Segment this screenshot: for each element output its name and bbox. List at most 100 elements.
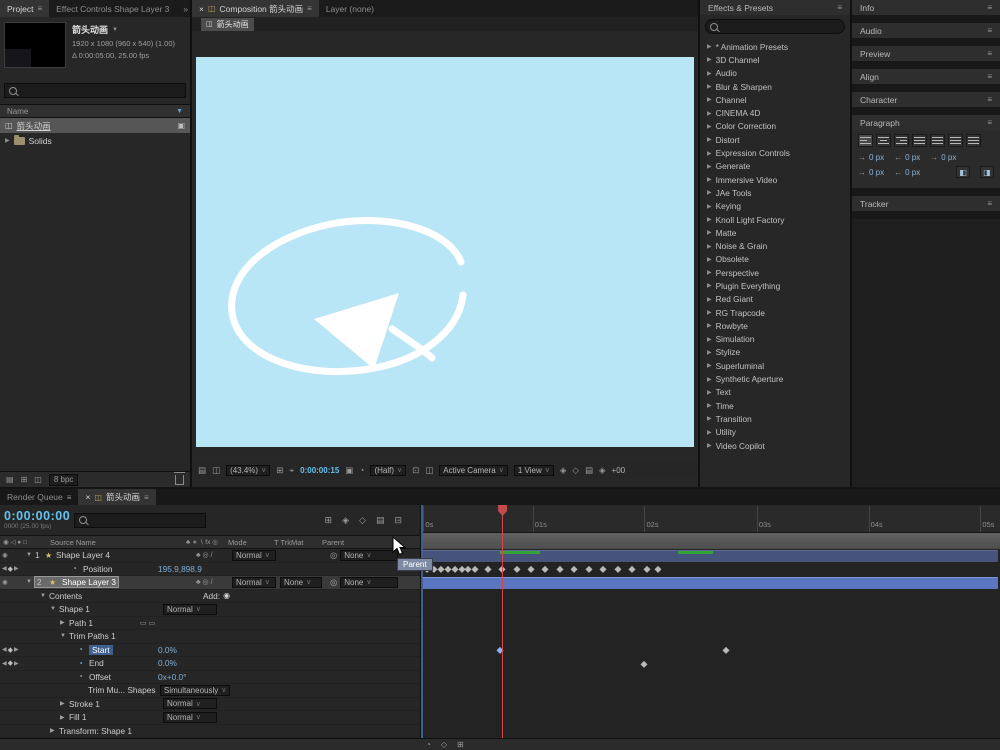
paragraph-direction-rtl-button[interactable]: ◨: [980, 166, 994, 178]
timeline-zoom-slider-icon[interactable]: ◇: [441, 740, 447, 749]
panel-menu-icon[interactable]: ≡: [37, 4, 42, 13]
space-after-field[interactable]: ← 0 px: [894, 168, 920, 177]
twirl-closed-icon[interactable]: ▶: [707, 256, 712, 263]
region-of-interest-icon[interactable]: ⊡: [412, 465, 419, 476]
group-label[interactable]: Fill 1: [69, 712, 87, 722]
twirl-open-icon[interactable]: ▼: [60, 633, 69, 639]
pixel-aspect-icon[interactable]: ◈: [560, 465, 567, 476]
effects-icon[interactable]: ◎: [203, 579, 209, 586]
stopwatch-icon[interactable]: ◔: [78, 672, 89, 681]
panel-menu-icon[interactable]: ≡: [987, 49, 992, 58]
stopwatch-icon[interactable]: ◔: [78, 659, 89, 668]
effects-category[interactable]: ▶Plugin Everything: [700, 279, 850, 292]
project-item-composition[interactable]: ◫ 箭头动画 ▣: [0, 118, 190, 133]
effects-category[interactable]: ▶Keying: [700, 200, 850, 213]
prev-keyframe-icon[interactable]: ◀: [2, 565, 7, 572]
close-icon[interactable]: ×: [85, 492, 90, 502]
close-icon[interactable]: ×: [199, 4, 204, 14]
align-right-button[interactable]: [894, 134, 909, 147]
next-keyframe-icon[interactable]: ▶: [14, 660, 19, 667]
add-keyframe-icon[interactable]: ◆: [8, 659, 13, 667]
effects-category[interactable]: ▶CINEMA 4D: [700, 106, 850, 119]
effects-presets-header[interactable]: Effects & Presets ≡: [700, 0, 850, 15]
add-keyframe-icon[interactable]: ◆: [8, 565, 13, 573]
effects-category[interactable]: ▶Expression Controls: [700, 146, 850, 159]
camera-dropdown[interactable]: Active Camera ∨: [439, 465, 508, 476]
trkmat-column[interactable]: T TrkMat: [274, 538, 322, 547]
group-label[interactable]: Contents: [49, 591, 82, 601]
add-icon[interactable]: ◉: [223, 591, 230, 600]
twirl-closed-icon[interactable]: ▶: [707, 309, 712, 316]
project-name-header[interactable]: Name ▼: [0, 104, 190, 118]
group-row-stroke-1[interactable]: ▶ Stroke 1 Normal∨: [0, 698, 420, 712]
effects-category[interactable]: ▶Video Copilot: [700, 439, 850, 452]
panel-menu-icon[interactable]: ≡: [987, 72, 992, 81]
twirl-closed-icon[interactable]: ▶: [707, 269, 712, 276]
group-row-trim-paths-1[interactable]: ▼ Trim Paths 1: [0, 630, 420, 644]
twirl-closed-icon[interactable]: ▶: [707, 216, 712, 223]
chevron-down-icon[interactable]: ▼: [112, 26, 118, 35]
twirl-closed-icon[interactable]: ▶: [707, 282, 712, 289]
twirl-closed-icon[interactable]: ▶: [707, 429, 712, 436]
effects-search-input[interactable]: [722, 21, 840, 32]
twirl-closed-icon[interactable]: ▶: [60, 700, 69, 707]
twirl-closed-icon[interactable]: ▶: [707, 203, 712, 210]
audio-panel-header[interactable]: Audio ≡: [852, 23, 1000, 38]
effects-icon[interactable]: ◎: [203, 552, 209, 559]
twirl-closed-icon[interactable]: ▶: [707, 70, 712, 77]
space-before-field[interactable]: → 0 px: [858, 168, 884, 177]
twirl-closed-icon[interactable]: ▶: [707, 243, 712, 250]
mode-column[interactable]: Mode: [228, 538, 274, 547]
effects-category[interactable]: ▶Perspective: [700, 266, 850, 279]
flowchart-icon[interactable]: ◈: [599, 465, 606, 476]
panel-menu-icon[interactable]: ≡: [67, 493, 72, 502]
effects-category[interactable]: ▶Synthetic Aperture: [700, 372, 850, 385]
end-value[interactable]: 0.0%: [158, 658, 177, 668]
parent-dropdown[interactable]: None∨: [340, 550, 398, 561]
tracker-panel-header[interactable]: Tracker ≡: [852, 196, 1000, 211]
property-row-end[interactable]: ◀◆▶ ◔ End 0.0%: [0, 657, 420, 671]
property-row-trim-multiple[interactable]: Trim Mu... Shapes Simultaneously∨: [0, 684, 420, 698]
trkmat-dropdown[interactable]: None∨: [280, 577, 322, 588]
info-panel-header[interactable]: Info ≡: [852, 0, 1000, 15]
motion-blur-icon[interactable]: ⊟: [394, 515, 402, 526]
group-label[interactable]: Stroke 1: [69, 699, 100, 709]
tab-timeline-comp[interactable]: × ◫ 箭头动画 ≡: [78, 489, 155, 505]
align-panel-header[interactable]: Align ≡: [852, 69, 1000, 84]
panel-menu-icon[interactable]: ≡: [307, 4, 312, 13]
playhead-handle[interactable]: [498, 505, 507, 516]
start-value[interactable]: 0.0%: [158, 645, 177, 655]
twirl-closed-icon[interactable]: ▶: [707, 123, 712, 130]
panel-menu-icon[interactable]: ≡: [837, 3, 842, 12]
tab-effect-controls[interactable]: Effect Controls Shape Layer 3: [49, 0, 176, 17]
property-label[interactable]: Start: [89, 645, 113, 655]
property-label[interactable]: Offset: [89, 672, 111, 682]
twirl-open-icon[interactable]: ▼: [50, 606, 59, 612]
twirl-open-icon[interactable]: ▼: [26, 552, 35, 558]
composition-mini-flowchart-icon[interactable]: ⊞: [325, 515, 333, 526]
source-name-column[interactable]: Source Name: [36, 538, 186, 547]
twirl-closed-icon[interactable]: ▶: [707, 349, 712, 356]
effects-category[interactable]: ▶Blur & Sharpen: [700, 80, 850, 93]
twirl-closed-icon[interactable]: ▶: [707, 389, 712, 396]
tab-composition[interactable]: × ◫ Composition 箭头动画 ≡: [192, 0, 319, 17]
twirl-closed-icon[interactable]: ▶: [707, 150, 712, 157]
timeline-zoom-out-icon[interactable]: ◔: [426, 740, 431, 749]
panel-menu-icon[interactable]: ≡: [987, 199, 992, 208]
switches-column[interactable]: ♣ ∗ ∖ fx ◎: [186, 538, 228, 546]
layer-name[interactable]: Shape Layer 3: [62, 577, 116, 587]
effects-search[interactable]: [705, 19, 845, 34]
twirl-closed-icon[interactable]: ▶: [707, 336, 712, 343]
twirl-closed-icon[interactable]: ▶: [707, 163, 712, 170]
new-folder-icon[interactable]: ⊞: [21, 475, 28, 484]
start-keyframes[interactable]: [421, 644, 1000, 657]
parent-column[interactable]: Parent: [322, 538, 402, 547]
twirl-closed-icon[interactable]: ▶: [707, 402, 712, 409]
add-keyframe-icon[interactable]: ◆: [8, 646, 13, 654]
delete-icon[interactable]: [175, 475, 184, 485]
twirl-closed-icon[interactable]: ▶: [707, 96, 712, 103]
composition-thumbnail[interactable]: [4, 22, 66, 68]
next-keyframe-icon[interactable]: ▶: [14, 646, 19, 653]
panel-menu-icon[interactable]: ≡: [987, 26, 992, 35]
twirl-closed-icon[interactable]: ▶: [707, 43, 712, 50]
